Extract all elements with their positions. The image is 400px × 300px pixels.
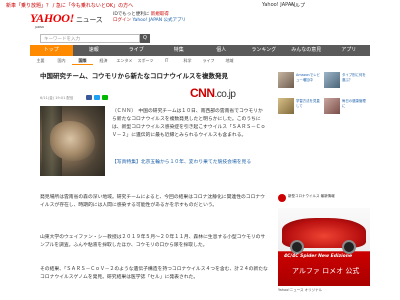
cnn-logo[interactable]: CNN.co.jp — [190, 86, 236, 100]
tab-breaking[interactable]: 速報 — [73, 45, 116, 56]
subtab-domestic[interactable]: 国内 — [51, 57, 72, 65]
line-icon[interactable] — [102, 95, 108, 100]
article-date: 6/11(金) 19:01 配信 — [40, 96, 74, 100]
covid-info-link[interactable]: 新型コロナウイルス 最新情報 — [288, 194, 335, 199]
subtab-local[interactable]: 地域 — [219, 57, 240, 65]
tab-live[interactable]: ライブ — [115, 45, 158, 56]
main-nav: トップ 速報 ライブ 特集 個人 ランキング みんなの意見 アプリ — [30, 45, 370, 56]
account-links: IDでもっと便利に 新規取得 ログイン Yahoo! JAPAN 公式アプリ — [113, 12, 187, 23]
subtab-international[interactable]: 国際 — [72, 57, 93, 65]
news-badge-icon — [278, 194, 286, 202]
twitter-icon[interactable] — [94, 95, 100, 100]
related-link[interactable]: 【写真特集】北京五輪から１０年、変わり果てた競技会場を見る — [112, 159, 267, 167]
subtab-science[interactable]: 科学 — [177, 57, 198, 65]
tab-app[interactable]: アプリ — [328, 45, 371, 56]
help-link[interactable]: ヘルプ — [290, 2, 305, 9]
article-lead: （ＣＮＮ） 中国の研究チームは１０日、南西部の雲南省でコウモリから新たなコロナウ… — [112, 109, 266, 138]
ad-item[interactable]: 毎日の健康管理に — [324, 98, 366, 120]
promo-link[interactable]: 新車「乗り放題」？ / 急に「今も乗れないとOK」の方へ — [6, 2, 133, 9]
tab-feature[interactable]: 特集 — [158, 45, 201, 56]
tab-ranking[interactable]: ランキング — [243, 45, 286, 56]
sidebar-ad-grid: Amazonでレビュー増加中 タイプ別に何を選ぶ？ 学習方法を見直して 毎日の健… — [278, 70, 370, 126]
yahoo-news-logo[interactable]: YAHOO! ニュース — [30, 11, 103, 26]
category-nav: 主要 国内 国際 経済 エンタメ スポーツ IT 科学 ライフ 地域 — [30, 57, 240, 65]
ad-footer: Yahoo!ニュース オリジナル — [278, 288, 323, 292]
subtab-economy[interactable]: 経済 — [93, 57, 114, 65]
ad-item[interactable]: タイプ別に何を選ぶ？ — [324, 72, 366, 94]
ad-item[interactable]: 学習方法を見直して — [278, 98, 320, 120]
article-paragraph: その結果、「ＳＡＲＳ－ＣｏＶ－２のような遺伝子構造を持つコロナウイルス４つを含む… — [40, 267, 268, 280]
header: YAHOO! ニュース JAPAN IDでもっと便利に 新規取得 ログイン Yah… — [0, 9, 400, 31]
share-buttons — [86, 95, 108, 100]
subtab-sports[interactable]: スポーツ — [135, 57, 156, 65]
article-paragraph: 山東大学のウェイファン・シー教授は２０１９年５月～２０年１１月、森林に生息する小… — [40, 235, 266, 248]
tab-individual[interactable]: 個人 — [200, 45, 243, 56]
login-link[interactable]: ログイン — [113, 18, 131, 23]
tab-top[interactable]: トップ — [30, 45, 73, 56]
ad-model-text: 4C/4C Spider New Edizione — [284, 254, 353, 259]
article-headline: 中国研究チーム、コウモリから新たなコロナウイルスを複数発見 — [40, 72, 229, 80]
search-button[interactable]: Q — [140, 34, 150, 43]
top-bar: 新車「乗り放題」？ / 急に「今も乗れないとOK」の方へ Yahoo! JAPA… — [0, 0, 400, 9]
subtab-life[interactable]: ライフ — [198, 57, 219, 65]
article-paragraph: 発見場所は雲南省の森の深い地域。研究チームによると、今回の結果はコロナ沈静化に関… — [40, 195, 265, 208]
facebook-icon[interactable] — [86, 95, 92, 100]
subtab-entertainment[interactable]: エンタメ — [114, 57, 135, 65]
app-link[interactable]: Yahoo! JAPAN 公式アプリ — [132, 18, 186, 23]
car-advertisement[interactable]: 4C/4C Spider New Edizione アルファ ロメオ 公式 — [278, 208, 370, 286]
logo-japan-text: JAPAN — [35, 25, 44, 29]
search-input[interactable]: キーワードを入力 — [40, 34, 140, 43]
ad-item[interactable]: Amazonでレビュー増加中 — [278, 72, 320, 94]
subtab-main[interactable]: 主要 — [30, 57, 51, 65]
tab-opinion[interactable]: みんなの意見 — [285, 45, 328, 56]
article-header: 中国研究チーム、コウモリから新たなコロナウイルスを複数発見 6/11(金) 19… — [40, 70, 270, 100]
ad-brand-text: アルファ ロメオ 公式 — [292, 267, 360, 275]
bat-photo[interactable] — [40, 106, 105, 176]
signup-link[interactable]: 新規取得 — [151, 12, 169, 17]
subtab-it[interactable]: IT — [156, 57, 177, 65]
